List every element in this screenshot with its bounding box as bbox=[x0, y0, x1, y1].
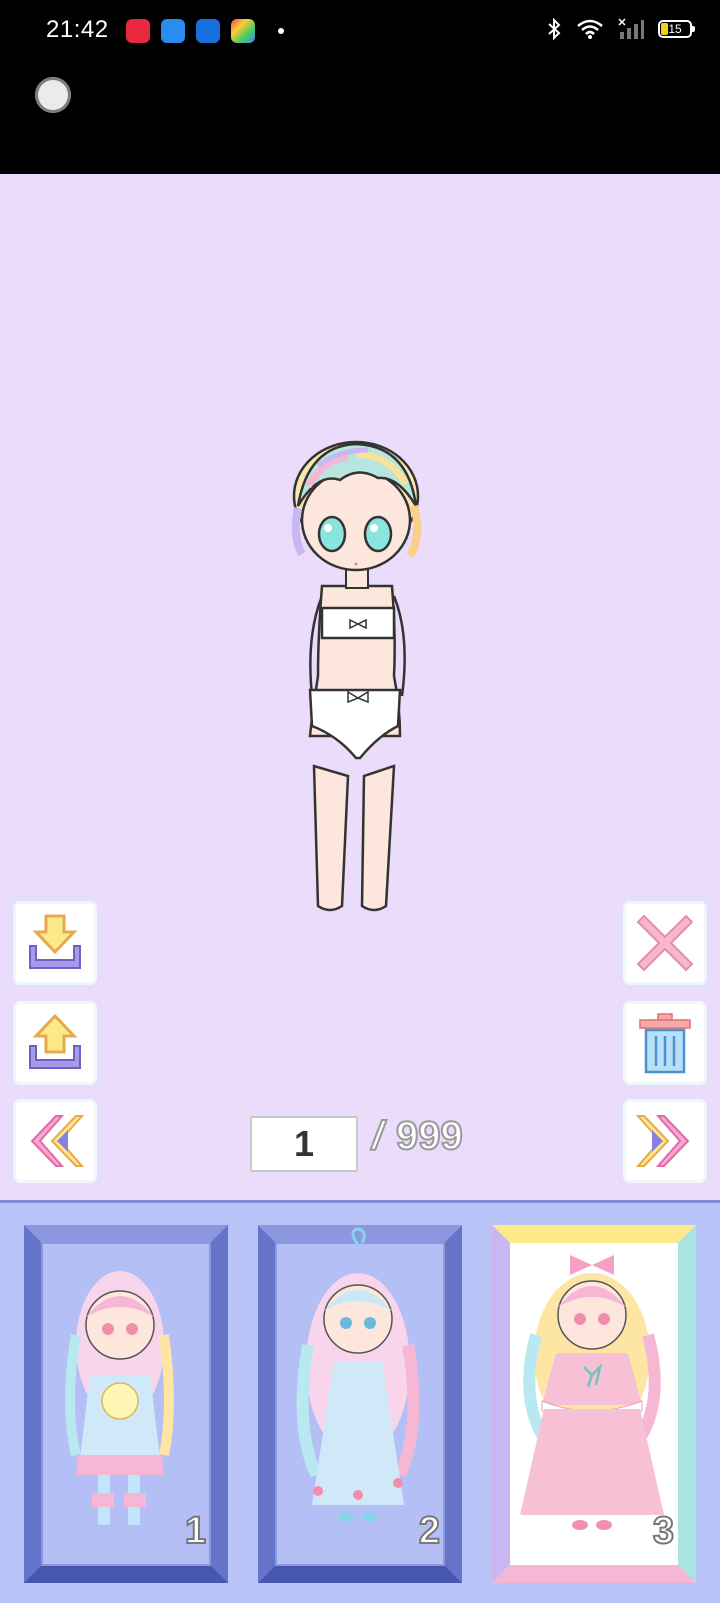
save-slot-3[interactable]: 3 bbox=[492, 1225, 696, 1583]
close-button[interactable] bbox=[626, 904, 704, 982]
page-separator: / bbox=[371, 1113, 384, 1159]
upload-button[interactable] bbox=[16, 1004, 94, 1082]
next-page-button[interactable] bbox=[626, 1102, 704, 1180]
save-slot-2[interactable]: 2 bbox=[258, 1225, 462, 1583]
previous-icon bbox=[30, 1115, 85, 1167]
battery-indicator: 15 bbox=[658, 20, 695, 38]
notification-icons bbox=[126, 19, 284, 43]
slot-number: 2 bbox=[418, 1509, 441, 1553]
page-total: 999 bbox=[395, 1113, 464, 1159]
app-notification-icon bbox=[126, 19, 150, 43]
top-black-bar bbox=[0, 65, 720, 174]
download-button[interactable] bbox=[16, 904, 94, 982]
app-notification-icon bbox=[231, 19, 255, 43]
next-icon bbox=[635, 1115, 690, 1167]
delete-button[interactable] bbox=[626, 1004, 704, 1082]
save-slot-1[interactable]: 1 bbox=[24, 1225, 228, 1583]
battery-level: 15 bbox=[668, 22, 682, 36]
signal-icon bbox=[618, 18, 644, 39]
status-bar: 21:42 15 bbox=[0, 0, 720, 65]
wifi-icon bbox=[577, 19, 603, 39]
app-notification-icon bbox=[161, 19, 185, 43]
upload-icon bbox=[29, 1013, 81, 1069]
slot-number: 1 bbox=[184, 1509, 207, 1553]
character-figure bbox=[291, 440, 422, 912]
more-notifications-icon bbox=[278, 28, 284, 34]
floating-assistive-button[interactable] bbox=[35, 77, 71, 113]
page-current: 1 bbox=[293, 1123, 315, 1164]
bluetooth-icon bbox=[548, 18, 561, 40]
app-notification-icon bbox=[196, 19, 220, 43]
slot-number: 3 bbox=[652, 1509, 675, 1553]
page-number-input[interactable]: 1 bbox=[250, 1116, 358, 1172]
trash-icon bbox=[639, 1013, 691, 1074]
download-icon bbox=[29, 914, 81, 969]
previous-page-button[interactable] bbox=[16, 1102, 94, 1180]
close-icon bbox=[636, 914, 694, 972]
save-slot-tray: 1 2 3 bbox=[0, 1200, 720, 1603]
dressup-stage: 1 / 999 bbox=[0, 174, 720, 1200]
system-icons: 15 bbox=[546, 18, 695, 40]
status-time: 21:42 bbox=[46, 16, 109, 43]
